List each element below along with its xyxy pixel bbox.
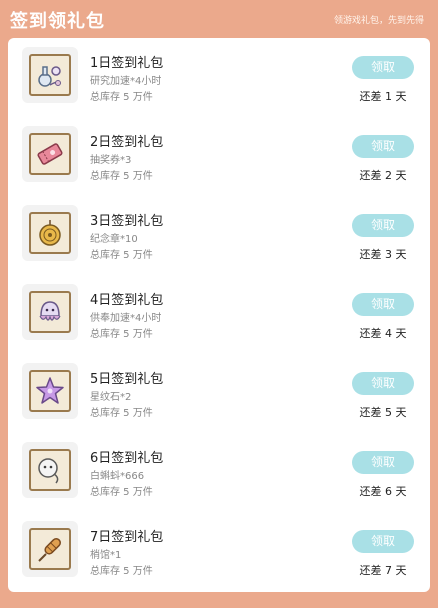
gift-item-day-1: 1日签到礼包 研究加速*4小时 总库存 5 万件 领取 还差 1 天: [8, 38, 430, 117]
gift-name: 1日签到礼包: [90, 56, 164, 71]
gift-reward: 抽奖券*3: [90, 155, 132, 166]
gift-thumbnail: [22, 284, 78, 340]
gift-reward: 星纹石*2: [90, 392, 132, 403]
days-remaining: 还差 7 天: [359, 564, 407, 577]
gift-item-day-2: 2日签到礼包 抽奖券*3 总库存 5 万件 领取 还差 2 天: [8, 117, 430, 196]
days-remaining: 还差 1 天: [359, 90, 407, 103]
gift-name: 6日签到礼包: [90, 451, 164, 466]
gift-stock: 总库存 5 万件: [90, 329, 153, 340]
gift-thumbnail: [22, 126, 78, 182]
claim-button[interactable]: 领取: [352, 293, 414, 316]
page-header: 签到领礼包 领游戏礼包，先到先得: [0, 0, 438, 38]
gift-item-day-3: 3日签到礼包 纪念章*10 总库存 5 万件 领取 还差 3 天: [8, 196, 430, 275]
gift-stock: 总库存 5 万件: [90, 566, 153, 577]
page-title: 签到领礼包: [10, 11, 105, 32]
skewer-icon: [29, 528, 71, 570]
gift-thumbnail: [22, 442, 78, 498]
gift-stock: 总库存 5 万件: [90, 487, 153, 498]
gift-name: 3日签到礼包: [90, 214, 164, 229]
claim-button[interactable]: 领取: [352, 372, 414, 395]
gift-stock: 总库存 5 万件: [90, 171, 153, 182]
gift-stock: 总库存 5 万件: [90, 250, 153, 261]
days-remaining: 还差 5 天: [359, 406, 407, 419]
gift-thumbnail: [22, 205, 78, 261]
gift-thumbnail: [22, 521, 78, 577]
gift-thumbnail: [22, 363, 78, 419]
days-remaining: 还差 4 天: [359, 327, 407, 340]
gift-reward: 供奉加速*4小时: [90, 313, 162, 324]
days-remaining: 还差 3 天: [359, 248, 407, 261]
claim-button[interactable]: 领取: [352, 135, 414, 158]
gift-item-day-7: 7日签到礼包 梢馆*1 总库存 5 万件 领取 还差 7 天: [8, 512, 430, 591]
gift-name: 4日签到礼包: [90, 293, 164, 308]
header-hint: 领游戏礼包，先到先得: [333, 16, 424, 26]
potion-flask-icon: [29, 54, 71, 96]
star-stone-icon: [29, 370, 71, 412]
gift-list-card: 1日签到礼包 研究加速*4小时 总库存 5 万件 领取 还差 1 天 2日签到礼…: [8, 38, 430, 592]
gift-thumbnail: [22, 47, 78, 103]
days-remaining: 还差 2 天: [359, 169, 407, 182]
claim-button[interactable]: 领取: [352, 56, 414, 79]
gift-stock: 总库存 5 万件: [90, 408, 153, 419]
gift-name: 2日签到礼包: [90, 135, 164, 150]
gift-item-day-5: 5日签到礼包 星纹石*2 总库存 5 万件 领取 还差 5 天: [8, 354, 430, 433]
medal-icon: [29, 212, 71, 254]
tadpole-icon: [29, 449, 71, 491]
gift-item-day-4: 4日签到礼包 供奉加速*4小时 总库存 5 万件 领取 还差 4 天: [8, 275, 430, 354]
claim-button[interactable]: 领取: [352, 451, 414, 474]
ticket-icon: [29, 133, 71, 175]
gift-reward: 纪念章*10: [90, 234, 138, 245]
days-remaining: 还差 6 天: [359, 485, 407, 498]
gift-name: 5日签到礼包: [90, 372, 164, 387]
claim-button[interactable]: 领取: [352, 530, 414, 553]
claim-button[interactable]: 领取: [352, 214, 414, 237]
gift-reward: 研究加速*4小时: [90, 76, 162, 87]
gift-stock: 总库存 5 万件: [90, 92, 153, 103]
gift-item-day-6: 6日签到礼包 白蝌蚪*666 总库存 5 万件 领取 还差 6 天: [8, 433, 430, 512]
gift-reward: 白蝌蚪*666: [90, 471, 145, 482]
gift-reward: 梢馆*1: [90, 550, 122, 561]
ghost-jellyfish-icon: [29, 291, 71, 333]
gift-name: 7日签到礼包: [90, 530, 164, 545]
